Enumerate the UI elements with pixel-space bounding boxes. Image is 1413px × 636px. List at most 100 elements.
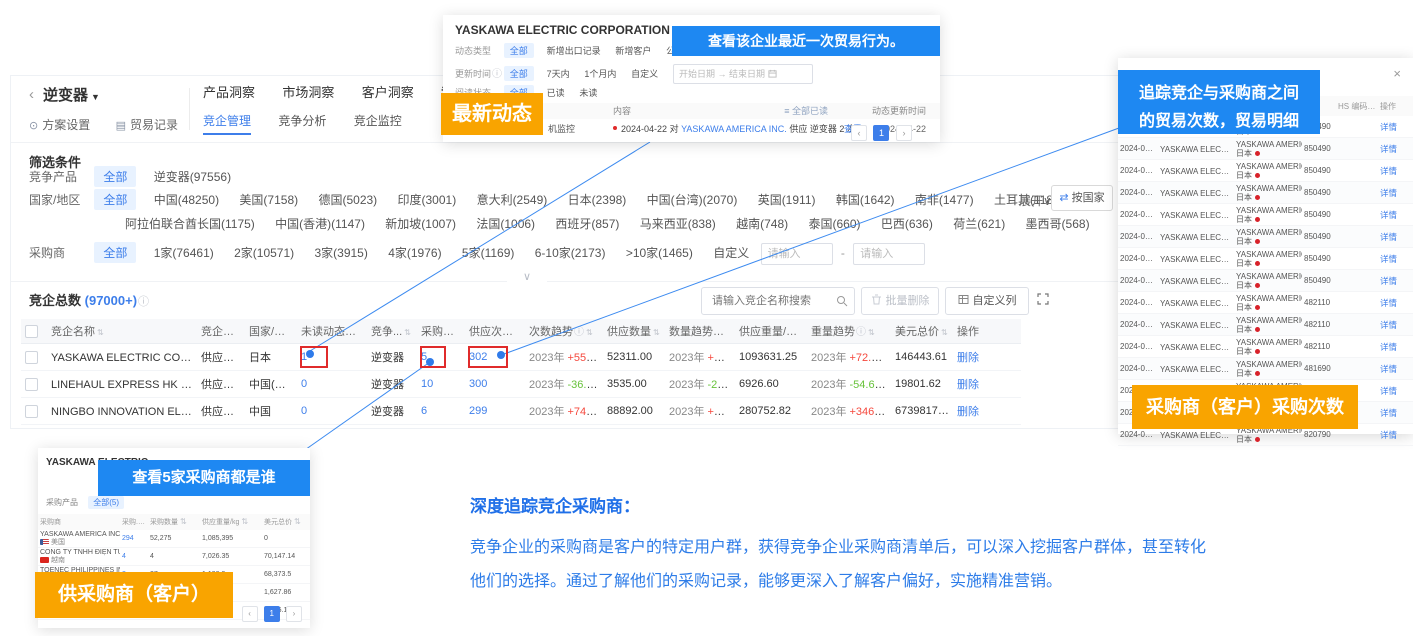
country-filter[interactable]: 泰国(660): [808, 215, 860, 232]
buyer-count-filter[interactable]: 5家(1169): [462, 244, 514, 261]
detail-link[interactable]: 详情: [1378, 253, 1408, 265]
detail-link[interactable]: 详情: [1378, 231, 1408, 243]
detail-link[interactable]: 详情: [1378, 341, 1408, 353]
custom-columns-button[interactable]: 自定义列: [945, 287, 1029, 315]
buyers-count-link[interactable]: 6: [417, 405, 465, 417]
supply-count-link[interactable]: 300: [465, 378, 525, 390]
country-filter[interactable]: 英国(1911): [758, 191, 816, 208]
buyer-name[interactable]: YASKAWA AMERICA INC.日本: [1234, 315, 1302, 334]
sort-icon[interactable]: ⇅: [653, 328, 660, 337]
col-product[interactable]: 竞争...⇅: [367, 323, 417, 339]
custom-label[interactable]: 自定义: [713, 246, 749, 260]
sortable-col[interactable]: 采购...⇅: [120, 517, 148, 527]
mark-all-read[interactable]: ≡ 全部已读: [784, 103, 828, 119]
country-filter[interactable]: 中国(香港)(1147): [275, 215, 365, 232]
competitor-name[interactable]: NINGBO INNOVATION ELECTRONI: [47, 405, 197, 418]
country-filter[interactable]: 印度(3001): [398, 191, 457, 208]
supplier-name[interactable]: YASKAWA ELECTRIC CORP...: [1158, 276, 1234, 286]
company-link[interactable]: YASKAWA AMERICA INC.: [681, 124, 787, 134]
sortable-col[interactable]: 供应重量/kg⇅: [200, 517, 262, 527]
page-1-button[interactable]: 1: [264, 606, 280, 622]
filter-all-pill[interactable]: 全部: [94, 189, 136, 210]
tab-competitor-manage[interactable]: 竞企管理: [203, 112, 251, 135]
tab-customer-insight[interactable]: 客户洞察: [362, 82, 414, 105]
product-filter[interactable]: 逆变器(97556): [154, 168, 231, 185]
buyers-count-link[interactable]: 10: [417, 378, 465, 390]
col-count-trend[interactable]: 次数趋势ⓘ⇅: [525, 323, 603, 339]
supplier-name[interactable]: YASKAWA ELECTRIC CORP...: [1158, 298, 1234, 308]
supplier-name[interactable]: YASKAWA ELECTRIC CORP...: [1158, 144, 1234, 154]
buyer-count-filter[interactable]: >10家(1465): [626, 244, 693, 261]
supplier-name[interactable]: YASKAWA ELECTRIC CORP...: [1158, 430, 1234, 440]
select-all-checkbox[interactable]: [25, 325, 38, 338]
supplier-name[interactable]: YASKAWA ELECTRIC CORP...: [1158, 254, 1234, 264]
buyer-name[interactable]: YASKAWA AMERICA INC.日本: [1234, 271, 1302, 290]
country-filter[interactable]: 西班牙(857): [555, 215, 619, 232]
fullscreen-icon[interactable]: [1037, 293, 1049, 308]
batch-delete-button[interactable]: 批量删除: [861, 287, 939, 315]
supplier-name[interactable]: YASKAWA ELECTRIC CORP...: [1158, 166, 1234, 176]
unread-count-link[interactable]: 0: [297, 378, 367, 390]
supply-count-link[interactable]: 299: [465, 405, 525, 417]
buyer-name[interactable]: YASKAWA AMERICA INC.日本: [1234, 205, 1302, 224]
filter-new-customer[interactable]: 新增客户: [615, 44, 651, 57]
country-filter[interactable]: 墨西哥(568): [1026, 215, 1090, 232]
country-filter[interactable]: 中国(台湾)(2070): [647, 191, 738, 208]
filter-all-pill[interactable]: 全部: [94, 166, 136, 187]
country-filter[interactable]: 荷兰(621): [953, 215, 1005, 232]
country-filter[interactable]: 日本(2398): [568, 191, 627, 208]
buyer-name[interactable]: YASKAWA AMERICA INC.美国: [38, 531, 120, 547]
col-name[interactable]: 竞企名称⇅: [47, 323, 197, 339]
filter-new-export[interactable]: 新增出口记录: [547, 44, 601, 57]
scheme-settings-link[interactable]: ⊙方案设置: [29, 118, 90, 132]
competitor-name[interactable]: YASKAWA ELECTRIC CORPORATIO: [47, 351, 197, 364]
col-weight-trend[interactable]: 重量趋势ⓘ⇅: [807, 323, 891, 339]
expand-link[interactable]: 展开∨: [1019, 192, 1052, 209]
detail-link[interactable]: 详情: [1378, 187, 1408, 199]
row-checkbox[interactable]: [25, 405, 38, 418]
buyer-name[interactable]: CÔNG TY TNHH ĐIỆN TỬ UMC VIỆT NAM越南: [38, 549, 120, 565]
detail-link[interactable]: 详情: [1378, 297, 1408, 309]
next-page-button[interactable]: ›: [286, 606, 302, 622]
col-buyers[interactable]: 采购商ⓘ⇅: [417, 323, 465, 339]
by-country-button[interactable]: ⇄按国家: [1051, 185, 1113, 211]
buyer-name[interactable]: YASKAWA AMERICA INC.日本: [1234, 337, 1302, 356]
buyer-count-filter[interactable]: 6-10家(2173): [535, 244, 606, 261]
buyer-name[interactable]: YASKAWA AMERICA INC.日本: [1234, 139, 1302, 158]
country-filter[interactable]: 法国(1006): [476, 215, 535, 232]
country-filter[interactable]: 意大利(2549): [477, 191, 548, 208]
sortable-col[interactable]: 美元总价⇅: [262, 517, 306, 527]
sort-icon[interactable]: ⇅: [586, 328, 593, 337]
country-filter[interactable]: 巴西(636): [881, 215, 933, 232]
filter-all-pill[interactable]: 全部: [504, 43, 534, 58]
tab-market-insight[interactable]: 市场洞察: [282, 82, 334, 105]
supplier-name[interactable]: YASKAWA ELECTRIC CORP...: [1158, 320, 1234, 330]
page-title[interactable]: 逆变器▼: [43, 84, 100, 105]
country-filter[interactable]: 马来西亚(838): [640, 215, 716, 232]
detail-link[interactable]: 详情: [1378, 429, 1408, 441]
supplier-name[interactable]: YASKAWA ELECTRIC CORP...: [1158, 232, 1234, 242]
filter-read[interactable]: 已读: [547, 86, 565, 99]
supplier-name[interactable]: YASKAWA ELECTRIC CORP...: [1158, 342, 1234, 352]
date-range-input[interactable]: 开始日期 → 结束日期: [673, 64, 813, 84]
filter-1month[interactable]: 1个月内: [584, 67, 616, 80]
purchase-count-link[interactable]: 294: [120, 535, 148, 542]
supplier-name[interactable]: YASKAWA ELECTRIC CORP...: [1158, 364, 1234, 374]
detail-link[interactable]: 详情: [1378, 319, 1408, 331]
filter-all-pill[interactable]: 全部: [504, 66, 534, 81]
sort-icon[interactable]: ⇅: [941, 328, 948, 337]
purchase-count-link[interactable]: 4: [120, 553, 148, 560]
supplier-name[interactable]: YASKAWA ELECTRIC CORP...: [1158, 188, 1234, 198]
detail-link[interactable]: 详情: [1378, 121, 1408, 133]
buyer-count-filter[interactable]: 1家(76461): [154, 244, 214, 261]
country-filter[interactable]: 中国(48250): [154, 191, 219, 208]
unread-count-link[interactable]: 0: [297, 405, 367, 417]
tab-competition-analysis[interactable]: 竞争分析: [278, 112, 326, 133]
buyer-count-filter[interactable]: 2家(10571): [234, 244, 294, 261]
detail-link[interactable]: 详情: [1378, 143, 1408, 155]
filter-unread[interactable]: 未读: [579, 86, 597, 99]
collapse-chevron[interactable]: ∨: [507, 270, 547, 283]
buyer-count-filter[interactable]: 4家(1976): [388, 244, 441, 261]
buyer-name[interactable]: YASKAWA AMERICA INC.日本: [1234, 183, 1302, 202]
buyer-name[interactable]: YASKAWA AMERICA INC.日本: [1234, 227, 1302, 246]
